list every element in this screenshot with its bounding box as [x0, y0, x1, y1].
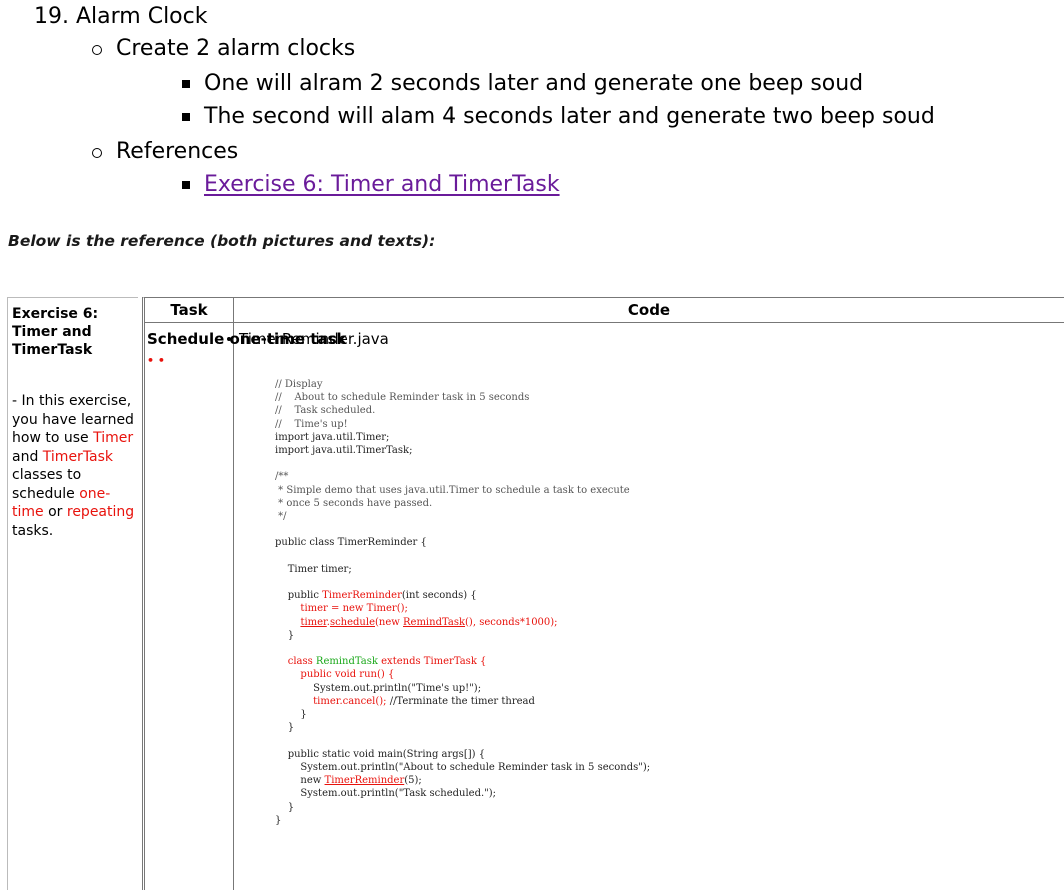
code-line: public static void main(String args[]) {: [275, 748, 486, 760]
code-line: System.out.println("About to schedule Re…: [275, 761, 651, 773]
code-token: new: [275, 775, 325, 787]
desc-repeating: repeating: [66, 504, 135, 520]
code-line: }: [275, 814, 282, 826]
code-line: // Task scheduled.: [275, 405, 376, 417]
code-token: RemindTask: [315, 656, 378, 668]
task-code-table: Task Code Schedule one-time task • • Tim…: [142, 297, 1064, 890]
file-name: TimerReminder.java: [227, 330, 389, 348]
header-divider: [145, 322, 1064, 323]
code-line: }: [275, 709, 307, 721]
code-listing: // Display // About to schedule Reminder…: [275, 378, 650, 827]
code-line: import java.util.TimerTask;: [275, 445, 413, 457]
column-divider: [233, 298, 234, 890]
code-line: import java.util.Timer;: [275, 431, 390, 443]
code-line: public void run() {: [275, 669, 395, 681]
code-line: }: [275, 801, 295, 813]
outline-item-create: Create 2 alarm clocks: [91, 34, 355, 64]
column-header-task: Task: [170, 301, 208, 319]
code-token: (), seconds*1000);: [465, 616, 558, 628]
column-header-code: Code: [627, 301, 671, 319]
code-line: }: [275, 722, 295, 734]
code-token: RemindTask: [403, 616, 466, 628]
desc-timer: Timer: [93, 430, 134, 446]
outline-subitem-second: The second will alam 4 seconds later and…: [182, 102, 935, 132]
code-token: (new: [375, 616, 403, 628]
code-token: class: [275, 656, 316, 668]
desc-timertask: TimerTask: [42, 448, 114, 465]
code-token: public: [275, 590, 323, 602]
code-line: // About to schedule Reminder task in 5 …: [275, 392, 530, 404]
code-token: (int seconds) {: [401, 590, 477, 602]
code-line: * Simple demo that uses java.util.Timer …: [275, 484, 630, 496]
outline-subitem-first: One will alram 2 seconds later and gener…: [181, 69, 863, 99]
code-token: TimerReminder: [324, 775, 405, 787]
desc-text: tasks.: [12, 522, 54, 539]
code-line: // Display: [275, 379, 323, 390]
outline-item-references: References: [91, 137, 238, 167]
code-token: extends TimerTask {: [377, 656, 487, 668]
code-line: * once 5 seconds have passed.: [275, 497, 433, 509]
reference-note: Below is the reference (both pictures an…: [8, 232, 436, 250]
code-token: //Terminate the timer thread: [386, 695, 535, 707]
code-line: Timer timer;: [275, 563, 352, 575]
desc-text: and: [12, 448, 43, 465]
code-line: timer = new Timer();: [275, 603, 408, 615]
code-token: TimerReminder: [322, 590, 402, 602]
code-token: timer.cancel();: [275, 695, 387, 707]
code-token: schedule: [329, 616, 375, 628]
code-line: public class TimerReminder {: [275, 537, 427, 549]
exercise-info-column: Exercise 6: Timer and TimerTask - In thi…: [7, 297, 138, 890]
task-marker: • •: [147, 354, 165, 367]
reference-item: Exercise 6: Timer and TimerTask: [182, 170, 560, 200]
code-line: System.out.println("Time's up!");: [275, 682, 482, 694]
exercise-6-link[interactable]: Exercise 6: Timer and TimerTask: [204, 172, 560, 197]
code-token: timer: [300, 616, 327, 628]
section-title: 19. Alarm Clock: [34, 4, 208, 29]
code-line: // Time's up!: [275, 418, 348, 430]
reference-screenshot: Exercise 6: Timer and TimerTask - In thi…: [7, 297, 1064, 890]
code-line: /**: [275, 471, 289, 483]
code-token: (5);: [404, 775, 422, 787]
code-line: System.out.println("Task scheduled.");: [275, 788, 497, 800]
code-line: }: [275, 629, 295, 641]
code-line: */: [275, 511, 287, 523]
desc-text: or: [43, 504, 67, 520]
exercise-heading: Exercise 6: Timer and TimerTask: [12, 306, 99, 358]
exercise-description: - In this exercise, you have learned how…: [12, 392, 138, 540]
desc-text: classes to schedule: [12, 467, 82, 502]
